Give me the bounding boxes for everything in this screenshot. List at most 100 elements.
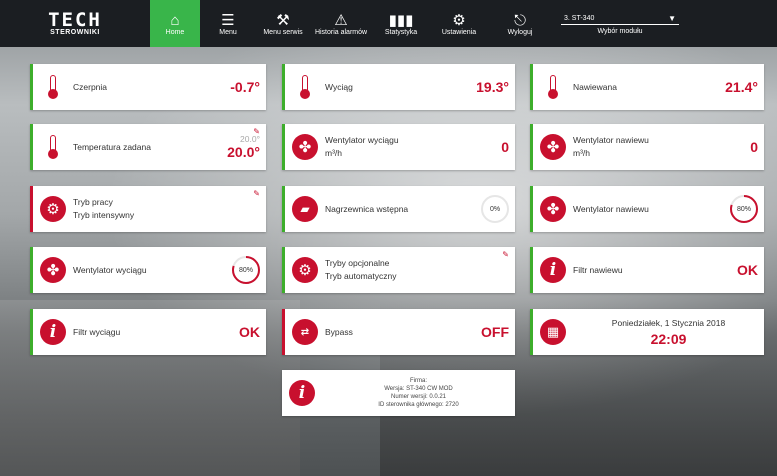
tile-nawiewana-value: 21.4° xyxy=(725,79,758,95)
tile-nagrzewnica-value: 0% xyxy=(489,205,501,213)
fan-icon: ✤ xyxy=(292,134,318,160)
logout-icon: ⎋ xyxy=(514,11,526,29)
bypass-icon: ⇄ xyxy=(292,319,318,345)
tile-nawiewana-label: Nawiewana xyxy=(573,81,617,92)
nav-menu-serwis-label: Menu serwis xyxy=(263,29,303,36)
tile-filtr-nawiewu-label: Filtr nawiewu xyxy=(573,264,623,275)
percentage-gauge: 80% xyxy=(730,195,758,223)
module-selected-value: 3. ST-340 xyxy=(564,14,595,22)
info-icon: i xyxy=(40,319,66,345)
thermometer-icon xyxy=(548,75,558,99)
fan-icon: ✤ xyxy=(540,134,566,160)
nav-menu[interactable]: ☰ Menu xyxy=(200,0,256,47)
percentage-gauge: 0% xyxy=(481,195,509,223)
tile-czerpnia[interactable]: Czerpnia -0.7° xyxy=(30,64,266,110)
tile-tryby-opcjonalne-value: Tryb automatyczny xyxy=(325,271,397,281)
tile-filtr-wyciagu[interactable]: i Filtr wyciągu OK xyxy=(30,309,266,355)
tile-tryby-opcjonalne-label: Tryby opcjonalne xyxy=(325,258,390,268)
stats-icon: ▮▮▮ xyxy=(388,11,414,29)
tile-temperatura-zadana[interactable]: Temperatura zadana 20.0° 20.0° ✎ xyxy=(30,124,266,170)
nav-ustawienia-label: Ustawienia xyxy=(441,29,477,36)
tile-date: Poniedziałek, 1 Stycznia 2018 xyxy=(611,317,726,328)
tile-wentylator-wyciagu-m3[interactable]: ✤ Wentylator wyciągu m³/h 0 xyxy=(282,124,515,170)
module-selector: 3. ST-340 ▼ Wybór modułu xyxy=(558,0,682,47)
firma-line-2: Wersja: ST-340 CW MOD xyxy=(384,386,453,392)
tile-nawiewana[interactable]: Nawiewana 21.4° xyxy=(530,64,764,110)
chevron-down-icon: ▼ xyxy=(668,13,676,23)
firma-line-3: Numer wersji: 0.0.21 xyxy=(390,394,447,400)
tile-wentylator-wyciagu-label: Wentylator wyciągu xyxy=(73,264,147,275)
nav-wyloguj[interactable]: ⎋ Wyloguj xyxy=(488,0,552,47)
edit-flag-icon: ✎ xyxy=(502,250,509,259)
fan-icon: ✤ xyxy=(40,257,66,283)
tile-bypass-label: Bypass xyxy=(325,326,353,337)
tile-filtr-wyciagu-label: Filtr wyciągu xyxy=(73,326,121,337)
tile-wyciag[interactable]: Wyciąg 19.3° xyxy=(282,64,515,110)
tile-wyciag-value: 19.3° xyxy=(476,79,509,95)
nav-statystyka-label: Statystyka xyxy=(384,29,418,36)
nav-ustawienia[interactable]: ⚙ Ustawienia xyxy=(430,0,488,47)
tile-wentylator-wyciagu-m3-label: Wentylator wyciągu xyxy=(325,135,399,145)
thermometer-icon xyxy=(48,75,58,99)
tile-wentylator-wyciagu[interactable]: ✤ Wentylator wyciągu 80% xyxy=(30,247,266,293)
module-label: Wybór modułu xyxy=(597,28,643,35)
alarm-icon: ⚠ xyxy=(334,11,348,29)
nav-wyloguj-label: Wyloguj xyxy=(507,29,533,36)
tile-nagrzewnica-wstepna[interactable]: ▰ Nagrzewnica wstępna 0% xyxy=(282,186,515,232)
tile-czerpnia-value: -0.7° xyxy=(230,79,260,95)
brand-sub-text: STEROWNIKI xyxy=(50,29,100,36)
thermometer-icon xyxy=(48,135,58,159)
nav-historia-alarmow-label: Historia alarmów xyxy=(314,29,368,36)
tile-wentylator-nawiewu[interactable]: ✤ Wentylator nawiewu 80% xyxy=(530,186,764,232)
tile-filtr-nawiewu-value: OK xyxy=(737,262,758,278)
firma-line-1: Firma: xyxy=(410,378,427,384)
tile-tryb-pracy-label: Tryb pracy xyxy=(73,197,113,207)
fan-icon: ✤ xyxy=(540,196,566,222)
tile-wyciag-label: Wyciąg xyxy=(325,81,353,92)
settings-icon: ⚙ xyxy=(452,11,466,29)
tile-tryb-pracy[interactable]: ⚙ Tryb pracy Tryb intensywny ✎ xyxy=(30,186,266,232)
tile-wentylator-wyciagu-m3-value: 0 xyxy=(501,139,509,155)
tile-time: 22:09 xyxy=(650,330,687,347)
info-icon: i xyxy=(540,257,566,283)
tile-filtr-nawiewu[interactable]: i Filtr nawiewu OK xyxy=(530,247,764,293)
gear-icon: ⚙ xyxy=(292,257,318,283)
heater-icon: ▰ xyxy=(292,196,318,222)
menu-icon: ☰ xyxy=(221,11,235,29)
tile-temperatura-zadana-label: Temperatura zadana xyxy=(73,141,151,152)
nav-menu-label: Menu xyxy=(219,29,237,36)
edit-flag-icon: ✎ xyxy=(253,127,260,136)
tile-czerpnia-label: Czerpnia xyxy=(73,81,108,92)
tile-tryby-opcjonalne[interactable]: ⚙ Tryby opcjonalne Tryb automatyczny ✎ xyxy=(282,247,515,293)
nav-historia-alarmow[interactable]: ⚠ Historia alarmów xyxy=(310,0,372,47)
tile-nagrzewnica-label: Nagrzewnica wstępna xyxy=(325,203,409,214)
tile-wentylator-nawiewu-m3-value: 0 xyxy=(750,139,758,155)
percentage-gauge: 80% xyxy=(232,256,260,284)
service-icon: ⚒ xyxy=(276,11,290,29)
tile-wentylator-nawiewu-m3-label: Wentylator nawiewu xyxy=(573,135,649,145)
module-dropdown[interactable]: 3. ST-340 ▼ xyxy=(561,12,679,25)
tile-wentylator-wyciagu-m3-unit: m³/h xyxy=(325,148,342,158)
tile-date-time[interactable]: ▦ Poniedziałek, 1 Stycznia 2018 22:09 xyxy=(530,309,764,355)
tile-bypass-value: OFF xyxy=(481,324,509,340)
nav-home[interactable]: ⌂ Home xyxy=(150,0,200,47)
gear-icon: ⚙ xyxy=(40,196,66,222)
tile-firma-info: i Firma: Wersja: ST-340 CW MOD Numer wer… xyxy=(282,370,515,416)
nav-menu-serwis[interactable]: ⚒ Menu serwis xyxy=(256,0,310,47)
calendar-icon: ▦ xyxy=(540,319,566,345)
tile-wentylator-nawiewu-label: Wentylator nawiewu xyxy=(573,203,649,214)
nav-home-label: Home xyxy=(165,29,185,36)
nav-statystyka[interactable]: ▮▮▮ Statystyka xyxy=(372,0,430,47)
tile-wentylator-nawiewu-m3-unit: m³/h xyxy=(573,148,590,158)
brand-logo: TECH STEROWNIKI xyxy=(0,0,150,47)
tile-tryb-pracy-value: Tryb intensywny xyxy=(73,210,135,220)
firma-line-4: ID sterownika głównego: 2720 xyxy=(378,402,459,408)
tile-bypass[interactable]: ⇄ Bypass OFF xyxy=(282,309,515,355)
tile-wentylator-nawiewu-m3[interactable]: ✤ Wentylator nawiewu m³/h 0 xyxy=(530,124,764,170)
tile-temperatura-zadana-value: 20.0° xyxy=(227,144,260,160)
tile-filtr-wyciagu-value: OK xyxy=(239,324,260,340)
info-icon: i xyxy=(289,380,315,406)
edit-flag-icon: ✎ xyxy=(253,189,260,198)
brand-main-text: TECH xyxy=(48,9,102,31)
thermometer-icon xyxy=(300,75,310,99)
